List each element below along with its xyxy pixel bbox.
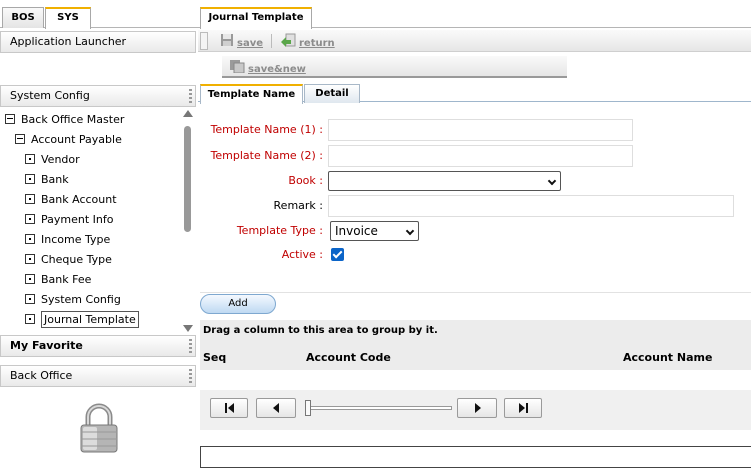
leaf-icon	[25, 194, 35, 204]
page-slider-thumb[interactable]	[305, 400, 311, 416]
column-header-account-code[interactable]: Account Code	[306, 351, 391, 364]
tree-scrollbar[interactable]	[182, 110, 194, 332]
column-header-seq[interactable]: Seq	[203, 351, 226, 364]
save-new-icon	[229, 59, 245, 79]
collapse-icon[interactable]	[5, 114, 15, 124]
active-checkbox[interactable]	[331, 248, 344, 261]
main-toolbar: save return	[198, 30, 751, 52]
main-tab-strip: Journal Template	[198, 0, 751, 29]
tree-item-bank-fee[interactable]: Bank Fee	[25, 271, 91, 289]
last-page-button[interactable]	[504, 398, 542, 418]
leaf-icon	[25, 234, 35, 244]
toolbar-separator	[271, 34, 272, 48]
template-name-2-input[interactable]	[328, 145, 633, 167]
remark-label-wrap: Remark :	[200, 198, 323, 216]
leaf-icon	[25, 294, 35, 304]
active-label-wrap: Active :	[200, 247, 323, 265]
tab-journal-template[interactable]: Journal Template	[200, 7, 312, 29]
grid-header: Seq Account Code Account Name	[200, 346, 751, 370]
remark-input[interactable]	[328, 195, 734, 217]
tree-item-system-config[interactable]: System Config	[25, 291, 121, 309]
navigation-tree: Back Office Master Account Payable Vendo…	[0, 108, 182, 332]
application-launcher-label: Application Launcher	[10, 35, 127, 48]
template-type-select[interactable]: Invoice	[330, 221, 419, 241]
remark-label: Remark :	[273, 199, 323, 212]
leaf-icon	[25, 254, 35, 264]
left-tab-strip: BOS SYS	[0, 0, 198, 29]
tree-item-income-type[interactable]: Income Type	[25, 231, 110, 249]
my-favorite-label: My Favorite	[10, 339, 83, 352]
save-button[interactable]: save	[220, 33, 263, 49]
leaf-icon	[25, 314, 35, 324]
back-office-header[interactable]: Back Office	[0, 365, 196, 387]
tree-item-bank-account[interactable]: Bank Account	[25, 191, 117, 209]
tab-detail[interactable]: Detail	[304, 84, 360, 103]
grip-icon	[189, 369, 192, 383]
application-launcher-bar[interactable]: Application Launcher	[0, 31, 196, 53]
form-tab-strip: Template Name Detail	[198, 82, 751, 104]
tab-template-name[interactable]: Template Name	[200, 84, 303, 104]
grip-icon	[189, 89, 192, 103]
save-new-button[interactable]: save&new	[229, 59, 306, 75]
template-name-1-label-wrap: Template Name (1) :	[200, 122, 323, 140]
chevron-down-icon	[405, 226, 415, 236]
system-config-label: System Config	[10, 89, 90, 102]
previous-icon	[273, 403, 279, 413]
my-favorite-header[interactable]: My Favorite	[0, 335, 196, 357]
template-type-value: Invoice	[335, 224, 378, 238]
scroll-up-icon[interactable]	[183, 110, 193, 117]
status-bar	[200, 446, 751, 468]
template-type-label: Template Type :	[236, 224, 323, 237]
tree-node-account-payable[interactable]: Account Payable	[15, 131, 122, 149]
tree-item-cheque-type[interactable]: Cheque Type	[25, 251, 112, 269]
active-label: Active :	[281, 248, 323, 261]
template-name-2-label-wrap: Template Name (2) :	[200, 148, 323, 166]
toolbar-handle-icon	[200, 32, 208, 50]
leaf-icon	[25, 274, 35, 284]
lock-icon[interactable]	[78, 402, 120, 454]
page-slider-track[interactable]	[306, 406, 452, 410]
tree-item-journal-template[interactable]: Journal Template	[25, 311, 139, 329]
scroll-down-icon[interactable]	[183, 325, 193, 332]
tree-item-payment-info[interactable]: Payment Info	[25, 211, 113, 229]
tree-node-back-office-master[interactable]: Back Office Master	[5, 111, 124, 129]
last-page-arrow-icon	[519, 403, 525, 413]
return-icon	[280, 33, 296, 53]
tree-item-vendor[interactable]: Vendor	[25, 151, 80, 169]
tree-item-bank[interactable]: Bank	[25, 171, 69, 189]
form-divider	[200, 292, 751, 293]
secondary-toolbar: save&new	[222, 56, 567, 78]
previous-page-button[interactable]	[256, 398, 296, 418]
scroll-thumb[interactable]	[184, 126, 191, 232]
column-header-account-name[interactable]: Account Name	[623, 351, 712, 364]
book-label-wrap: Book :	[200, 173, 323, 191]
return-button[interactable]: return	[280, 33, 335, 49]
chevron-down-icon	[547, 176, 557, 186]
next-page-button[interactable]	[457, 398, 497, 418]
save-icon	[220, 33, 234, 53]
template-name-2-label: Template Name (2) :	[210, 149, 323, 162]
system-config-header[interactable]: System Config	[0, 85, 196, 107]
book-select[interactable]	[328, 171, 561, 191]
template-name-1-label: Template Name (1) :	[210, 123, 323, 136]
book-label: Book :	[288, 174, 323, 187]
first-page-arrow-icon	[228, 403, 234, 413]
leaf-icon	[25, 214, 35, 224]
first-page-button[interactable]	[210, 398, 248, 418]
tab-bos[interactable]: BOS	[2, 7, 44, 28]
template-type-label-wrap: Template Type :	[200, 223, 323, 241]
next-icon	[475, 403, 481, 413]
grid-pager	[200, 390, 751, 430]
tab-sys[interactable]: SYS	[45, 7, 91, 29]
last-page-icon	[526, 403, 528, 413]
collapse-icon[interactable]	[15, 134, 25, 144]
first-page-icon	[225, 403, 227, 413]
add-button[interactable]: Add	[200, 294, 276, 314]
leaf-icon	[25, 174, 35, 184]
back-office-label: Back Office	[10, 369, 73, 382]
group-by-area[interactable]: Drag a column to this area to group by i…	[200, 320, 751, 346]
template-name-1-input[interactable]	[328, 119, 633, 141]
grip-icon	[189, 339, 192, 353]
leaf-icon	[25, 154, 35, 164]
